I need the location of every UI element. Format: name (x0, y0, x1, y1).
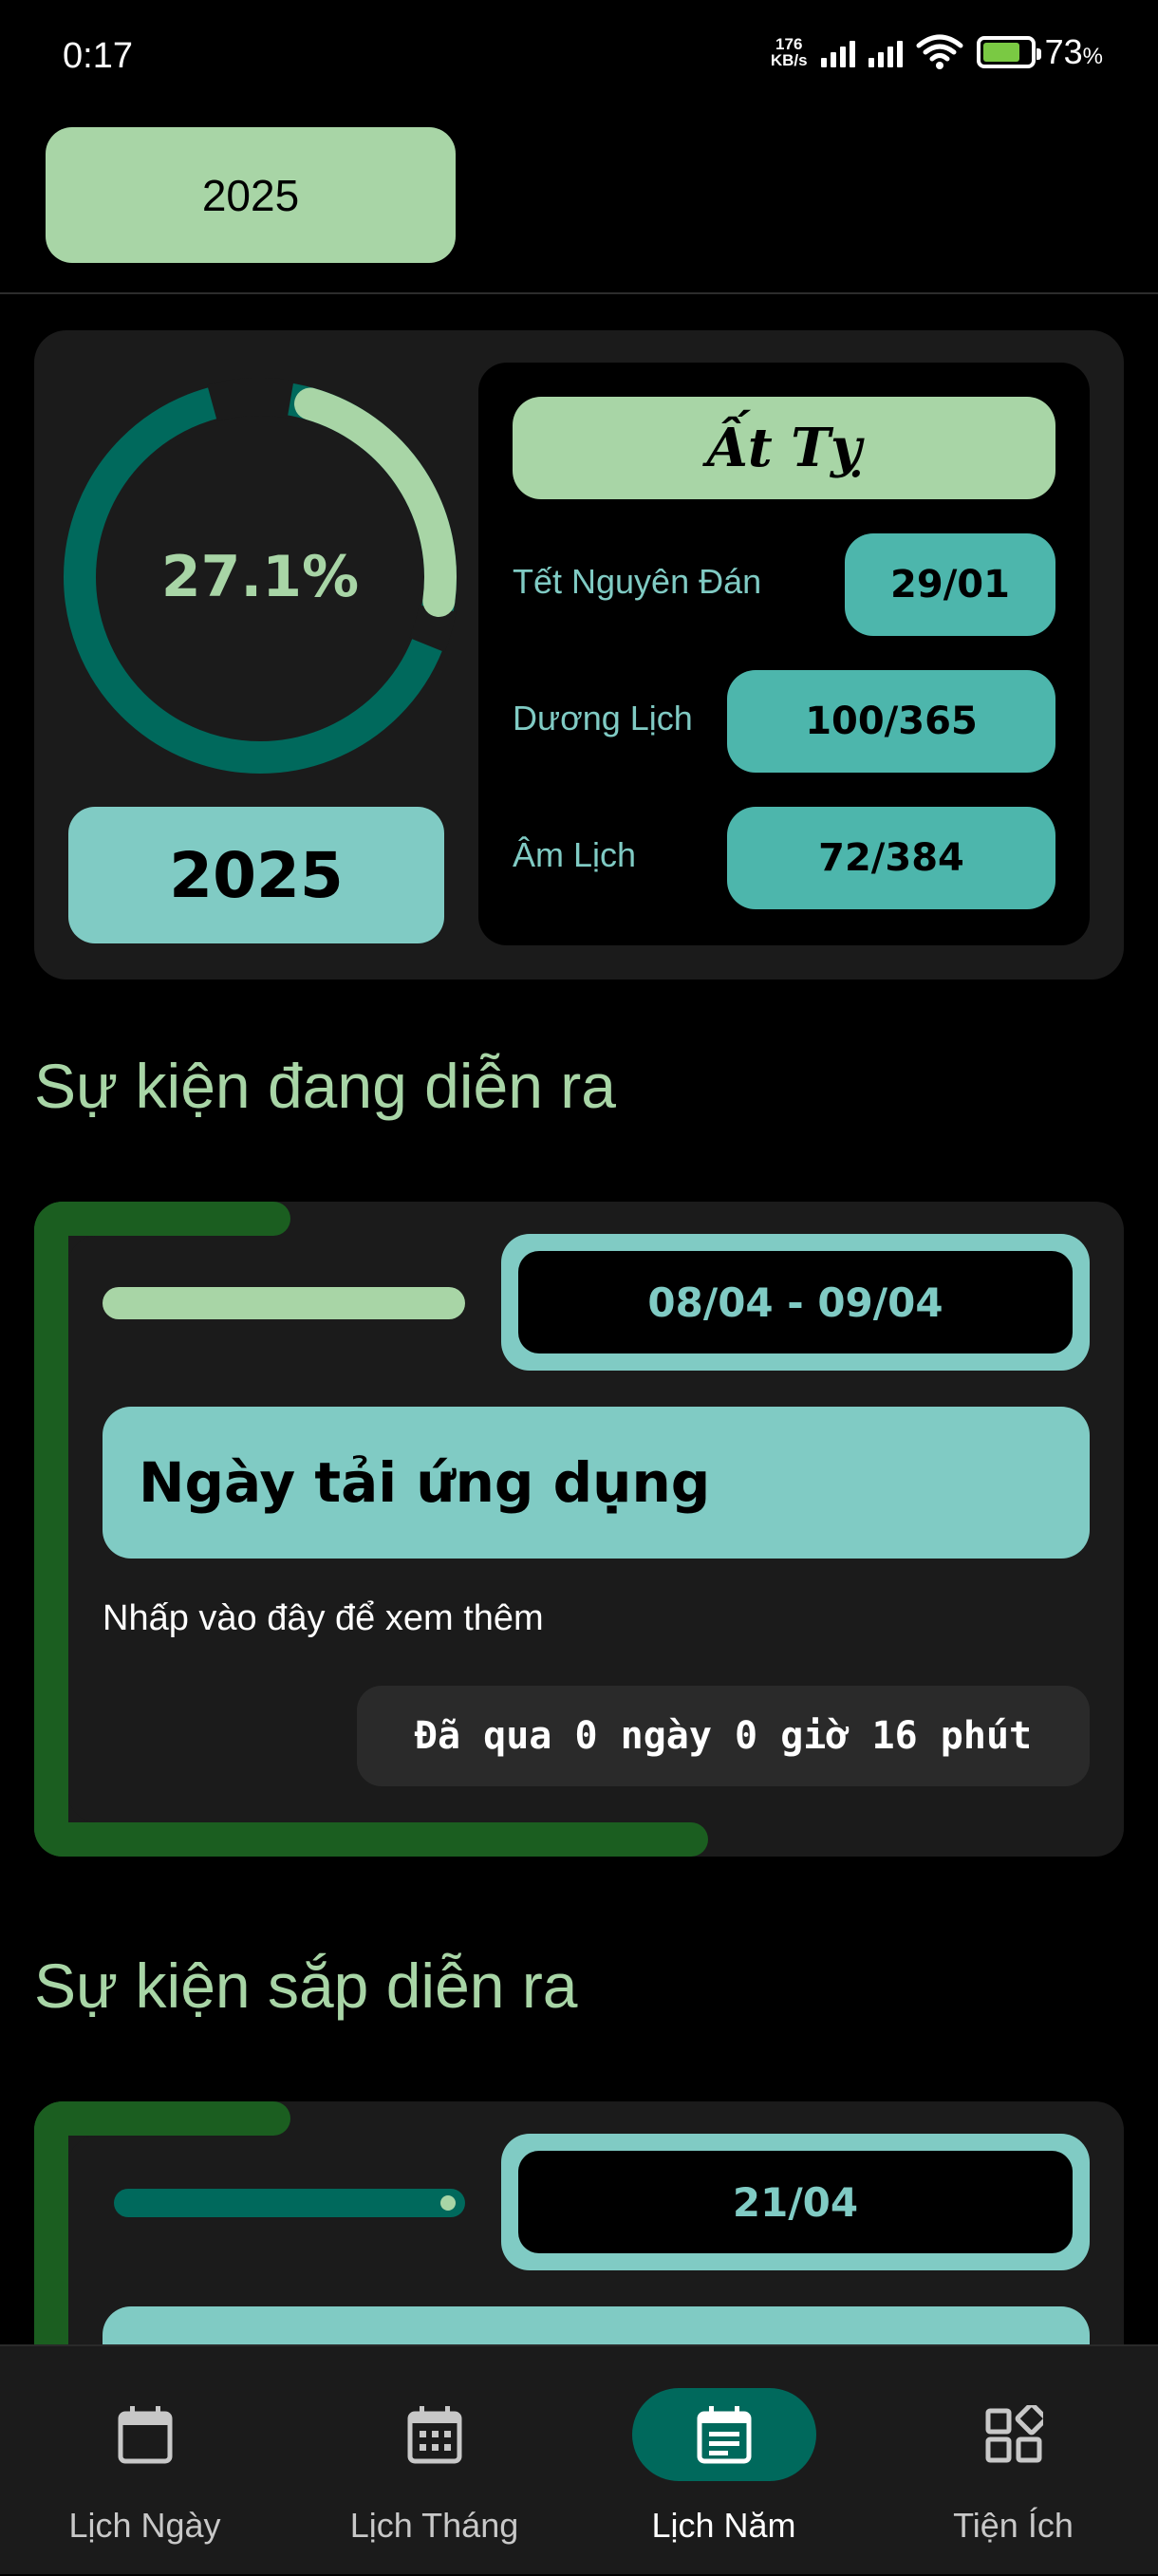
upcoming-events-title: Sự kiện sắp diễn ra (34, 1951, 578, 2021)
event-elapsed-time: Đã qua 0 ngày 0 giờ 16 phút (357, 1686, 1090, 1786)
net-speed-unit: KB/s (770, 51, 808, 69)
net-speed: 176 KB/s (771, 36, 808, 68)
battery-percent: 73% (1044, 32, 1103, 71)
ongoing-event-card[interactable]: 08/04 - 09/04 Ngày tải ứng dụng Nhấp vào… (34, 1202, 1124, 1857)
event-title: Ngày tải ứng dụng (103, 1407, 1090, 1559)
tet-value: 29/01 (845, 533, 1055, 636)
event-progress-dot (440, 2195, 456, 2211)
tet-label: Tết Nguyên Đán (513, 562, 762, 601)
wifi-icon (916, 34, 963, 69)
event-progress-bar (103, 1287, 465, 1319)
event-description: Nhấp vào đây để xem thêm (103, 1598, 544, 1638)
event-date-box: 08/04 - 09/04 (501, 1234, 1090, 1371)
calendar-year-icon (697, 2406, 751, 2464)
year-selector-button[interactable]: 2025 (46, 127, 456, 263)
status-bar: 0:17 176 KB/s 73% (0, 0, 1158, 114)
nav-icon-container (922, 2388, 1106, 2481)
nav-label: Lịch Ngày (68, 2506, 221, 2545)
nav-label: Lịch Tháng (349, 2506, 519, 2545)
year-number: 2025 (68, 807, 444, 943)
nav-icon-container (343, 2388, 527, 2481)
year-progress-percent: 27.1% (160, 544, 360, 610)
net-speed-value: 176 (775, 35, 803, 53)
signal-icon (868, 37, 903, 67)
ongoing-events-title: Sự kiện đang diễn ra (34, 1051, 616, 1121)
nav-item-lich-ngay[interactable]: Lịch Ngày (0, 2346, 290, 2576)
duong-lich-value: 100/365 (727, 670, 1055, 773)
signal-icon (820, 37, 855, 67)
nav-label: Lịch Năm (651, 2506, 796, 2545)
calendar-blank-icon (118, 2406, 172, 2464)
am-lich-value: 72/384 (727, 807, 1055, 909)
widgets-icon (985, 2405, 1043, 2463)
nav-item-lich-nam[interactable]: Lịch Năm (579, 2346, 868, 2576)
status-icons: 176 KB/s 73% (771, 32, 1103, 72)
am-lich-label: Âm Lịch (513, 835, 637, 874)
duong-lich-label: Dương Lịch (513, 699, 693, 737)
status-time: 0:17 (63, 36, 133, 76)
nav-icon-container (53, 2388, 237, 2481)
header-divider (0, 292, 1158, 294)
event-date: 21/04 (518, 2151, 1073, 2253)
event-date-box: 21/04 (501, 2134, 1090, 2270)
calendar-month-icon (407, 2406, 461, 2464)
nav-label: Tiện Ích (953, 2506, 1074, 2545)
battery-icon (976, 36, 1041, 68)
can-chi-label: Ất Tỵ (513, 397, 1055, 499)
event-progress-bar (114, 2189, 465, 2217)
year-summary-card: 27.1% 2025 Ất Tỵ Tết Nguyên Đán 29/01 Dư… (34, 330, 1124, 980)
nav-item-lich-thang[interactable]: Lịch Tháng (290, 2346, 579, 2576)
nav-item-tien-ich[interactable]: Tiện Ích (868, 2346, 1158, 2576)
battery: 73% (976, 32, 1103, 72)
nav-icon-container-active (631, 2388, 816, 2481)
event-date-range: 08/04 - 09/04 (518, 1251, 1073, 1353)
year-info-panel: Ất Tỵ Tết Nguyên Đán 29/01 Dương Lịch 10… (478, 363, 1090, 945)
bottom-navigation: Lịch Ngày Lịch Tháng Lịch Năm Tiện Ích (0, 2344, 1158, 2574)
